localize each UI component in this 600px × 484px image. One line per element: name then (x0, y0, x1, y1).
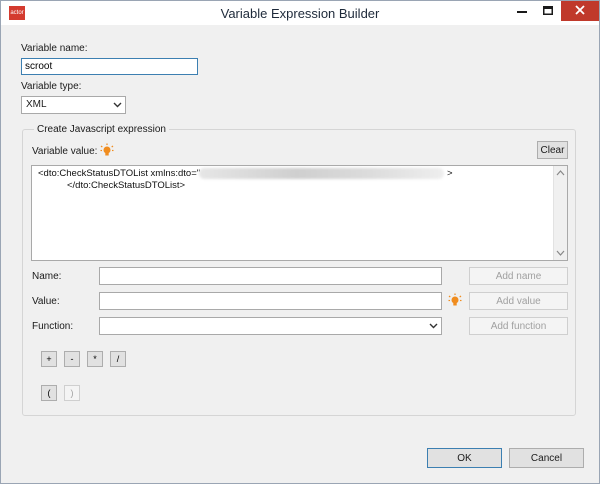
expression-line-1: <dto:CheckStatusDTOList xmlns:dto=" (38, 168, 201, 179)
close-paren-button[interactable]: ) (64, 385, 80, 401)
clear-button[interactable]: Clear (537, 141, 568, 159)
open-paren-button[interactable]: ( (41, 385, 57, 401)
scroll-up-icon[interactable] (556, 169, 565, 177)
variable-name-label: Variable name: (21, 43, 88, 54)
scroll-down-icon[interactable] (556, 249, 565, 257)
operator-multiply-button[interactable]: * (87, 351, 103, 367)
ok-button[interactable]: OK (427, 448, 502, 468)
lightbulb-icon[interactable] (448, 293, 462, 307)
variable-type-label: Variable type: (21, 81, 82, 92)
operator-divide-button[interactable]: / (110, 351, 126, 367)
close-button[interactable] (561, 1, 599, 21)
expression-line-1-end: > (447, 168, 453, 179)
value-label: Value: (32, 296, 60, 307)
dialog-window: actor Variable Expression Builder Variab… (0, 0, 600, 484)
redacted-text (199, 168, 444, 179)
value-input[interactable] (99, 292, 442, 310)
name-input[interactable] (99, 267, 442, 285)
variable-value-label: Variable value: (32, 146, 98, 157)
variable-name-input[interactable] (21, 58, 198, 75)
chevron-down-icon (429, 323, 438, 329)
close-icon (575, 5, 585, 15)
variable-type-select[interactable]: XML (21, 96, 126, 114)
function-label: Function: (32, 321, 74, 332)
add-value-button[interactable]: Add value (469, 292, 568, 310)
variable-type-value: XML (26, 99, 47, 110)
minimize-icon (517, 11, 527, 13)
operator-plus-button[interactable]: + (41, 351, 57, 367)
maximize-icon (543, 6, 553, 15)
vertical-scrollbar[interactable] (553, 166, 567, 260)
add-name-button[interactable]: Add name (469, 267, 568, 285)
operator-minus-button[interactable]: - (64, 351, 80, 367)
cancel-button[interactable]: Cancel (509, 448, 584, 468)
expression-group-title: Create Javascript expression (34, 124, 169, 135)
title-bar[interactable]: actor Variable Expression Builder (1, 1, 599, 25)
name-label: Name: (32, 271, 62, 282)
function-select[interactable] (99, 317, 442, 335)
chevron-down-icon (113, 102, 122, 108)
minimize-button[interactable] (509, 1, 535, 21)
expression-line-2: </dto:CheckStatusDTOList> (67, 180, 186, 191)
maximize-button[interactable] (535, 1, 561, 21)
lightbulb-icon[interactable] (100, 143, 114, 157)
add-function-button[interactable]: Add function (469, 317, 568, 335)
